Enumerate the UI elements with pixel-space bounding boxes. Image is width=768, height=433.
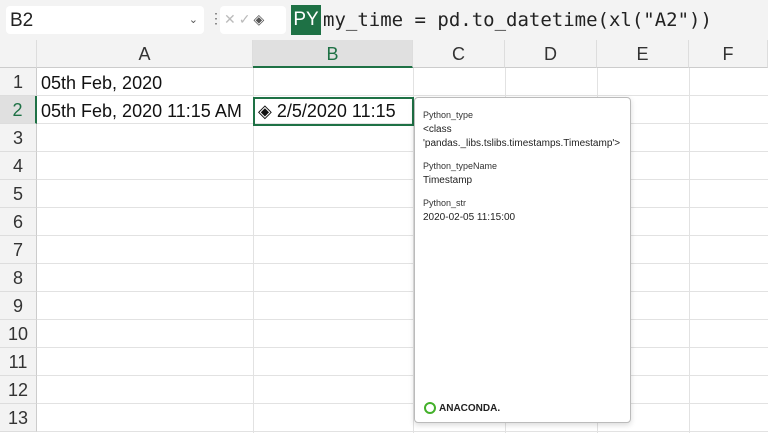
- cell-a2[interactable]: 05th Feb, 2020 11:15 AM: [37, 97, 242, 125]
- enter-icon[interactable]: ✓: [239, 11, 254, 27]
- column-header-d[interactable]: D: [505, 40, 597, 68]
- python-object-icon[interactable]: ◈: [258, 101, 272, 121]
- row-header-13[interactable]: 13: [0, 404, 37, 432]
- select-all[interactable]: [0, 40, 37, 68]
- row-header-12[interactable]: 12: [0, 376, 37, 404]
- field-label: Python_typeName: [423, 161, 498, 171]
- anaconda-logo: ANACONDA.: [424, 402, 500, 414]
- row-header-8[interactable]: 8: [0, 264, 37, 292]
- column-header-c[interactable]: C: [413, 40, 505, 68]
- field-label: Python_str: [423, 198, 467, 208]
- row-header-6[interactable]: 6: [0, 208, 37, 236]
- column-header-f[interactable]: F: [689, 40, 768, 68]
- field-label: Python_type: [423, 110, 474, 120]
- row-header-2[interactable]: 2: [0, 96, 37, 124]
- column-header-b[interactable]: B: [253, 40, 413, 68]
- anaconda-logo-text: ANACONDA.: [439, 402, 501, 414]
- python-badge[interactable]: PY: [291, 5, 321, 35]
- cell-b2[interactable]: ◈ 2/5/2020 11:15: [255, 97, 396, 125]
- cancel-icon[interactable]: ✕: [224, 11, 239, 27]
- field-value: Timestamp: [423, 175, 473, 186]
- row-header-10[interactable]: 10: [0, 320, 37, 348]
- row-header-5[interactable]: 5: [0, 180, 37, 208]
- name-box-value: B2: [10, 10, 34, 31]
- row-header-3[interactable]: 3: [0, 124, 37, 152]
- field-value: <class 'pandas._libs.tslibs.timestamps.T…: [423, 124, 621, 149]
- spreadsheet-grid[interactable]: A B C D E F 1 2 3 4 5 6 7 8 9 10 11 12 13 05th Feb, …: [0, 40, 768, 433]
- row-header-4[interactable]: 4: [0, 152, 37, 180]
- cell-a1[interactable]: 05th Feb, 2020: [37, 69, 162, 97]
- column-header-a[interactable]: A: [37, 40, 253, 68]
- field-value: 2020-02-05 11:15:00: [423, 212, 516, 223]
- formula-input[interactable]: my_time = pd.to_datetime(xl("A2")): [323, 6, 712, 34]
- chevron-down-icon[interactable]: ⌄: [189, 13, 198, 26]
- row-header-7[interactable]: 7: [0, 236, 37, 264]
- column-header-e[interactable]: E: [597, 40, 689, 68]
- output-type-icon[interactable]: ◈: [253, 11, 267, 27]
- row-header-9[interactable]: 9: [0, 292, 37, 320]
- row-header-1[interactable]: 1: [0, 68, 37, 96]
- name-box[interactable]: B2 ⌄: [6, 6, 204, 34]
- cell-b2-value: 2/5/2020 11:15: [276, 101, 396, 121]
- formula-buttons: ✕✓◈: [220, 6, 286, 34]
- row-header-11[interactable]: 11: [0, 348, 37, 376]
- python-object-card: Python_type <class 'pandas._libs.tslibs.t…: [414, 97, 631, 423]
